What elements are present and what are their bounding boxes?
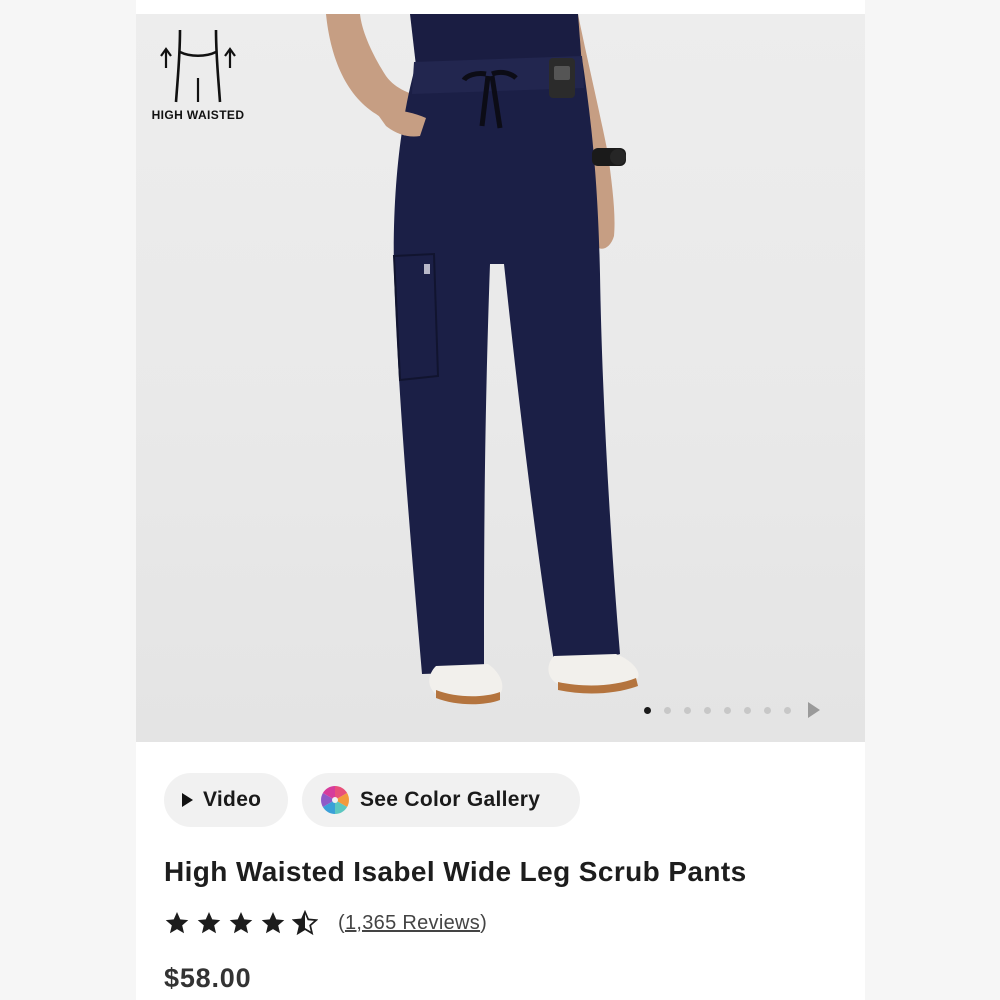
carousel-dot[interactable] <box>724 706 731 714</box>
carousel-dot[interactable] <box>684 706 691 714</box>
product-rating: (1,365 Reviews) <box>164 910 487 936</box>
carousel-dot[interactable] <box>744 706 751 714</box>
product-image-carousel[interactable]: HIGH WAISTED <box>136 14 865 742</box>
carousel-dot[interactable] <box>784 706 791 714</box>
carousel-dot[interactable] <box>704 706 711 714</box>
star-half-icon <box>292 910 318 936</box>
reviews-link[interactable]: (1,365 Reviews) <box>338 912 487 935</box>
star-full-icon <box>261 911 285 934</box>
video-button-label: Video <box>203 788 262 811</box>
carousel-dot[interactable] <box>764 706 771 714</box>
star-full-icon <box>165 911 189 934</box>
product-page: HIGH WAISTED Video See Color Gallery Hig… <box>136 0 865 1000</box>
color-wheel-icon <box>321 786 349 814</box>
model-photo <box>326 14 639 705</box>
high-waist-icon <box>160 29 236 103</box>
top-strip <box>136 0 865 14</box>
product-price: $58.00 <box>164 963 252 993</box>
star-full-icon <box>197 911 221 934</box>
color-gallery-button[interactable]: See Color Gallery <box>302 773 580 827</box>
carousel-dot[interactable] <box>644 706 651 714</box>
reviews-open-paren: ( <box>338 911 345 934</box>
carousel-dot[interactable] <box>664 706 671 714</box>
color-gallery-label: See Color Gallery <box>360 788 541 811</box>
reviews-close-paren: ) <box>480 911 488 934</box>
play-icon <box>182 793 193 807</box>
star-full-icon <box>229 911 253 934</box>
video-button[interactable]: Video <box>164 773 288 827</box>
badge-label: HIGH WAISTED <box>151 108 245 122</box>
high-waisted-badge: HIGH WAISTED <box>142 26 254 126</box>
carousel-next-arrow-icon[interactable] <box>808 702 820 718</box>
review-count: 1,365 Reviews <box>344 911 481 934</box>
product-title: High Waisted Isabel Wide Leg Scrub Pants <box>164 856 747 887</box>
carousel-pagination <box>644 702 820 718</box>
